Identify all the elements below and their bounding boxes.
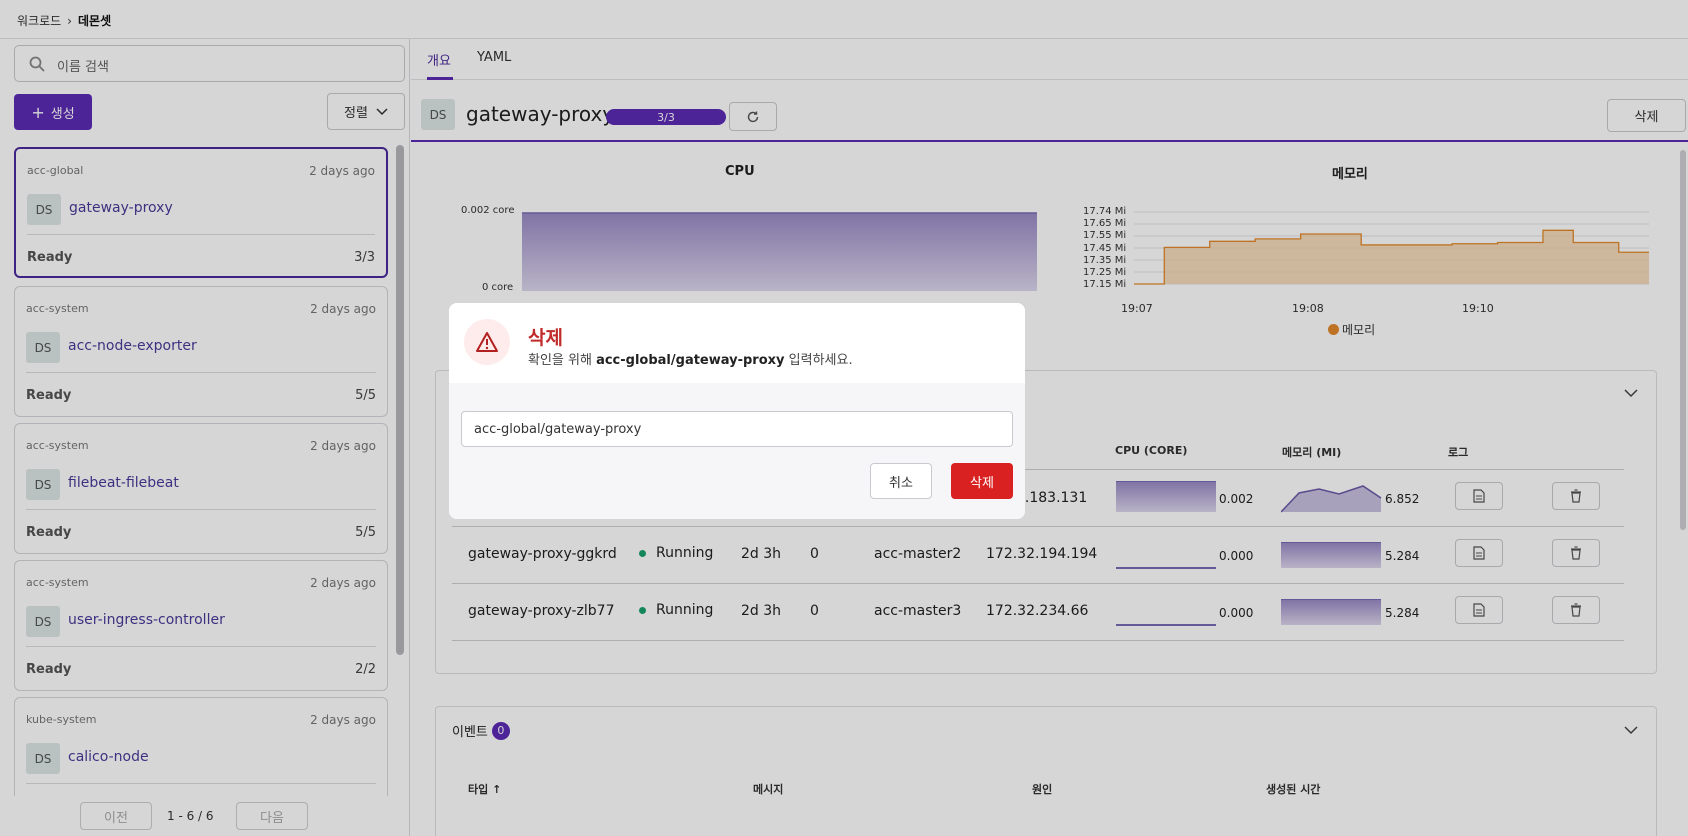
dialog-subtitle-target: acc-global/gateway-proxy [596, 353, 785, 368]
dialog-header: 삭제 확인을 위해 acc-global/gateway-proxy 입력하세요… [449, 303, 1025, 383]
dialog-title: 삭제 [528, 327, 563, 349]
confirm-name-input[interactable] [461, 411, 1013, 447]
confirm-delete-button[interactable]: 삭제 [951, 463, 1013, 499]
dialog-subtitle-pre: 확인을 위해 [528, 353, 592, 368]
dialog-body [449, 383, 1025, 519]
dialog-subtitle: 확인을 위해 acc-global/gateway-proxy 입력하세요. [528, 349, 853, 368]
cancel-button[interactable]: 취소 [870, 463, 932, 499]
delete-dialog: 삭제 확인을 위해 acc-global/gateway-proxy 입력하세요… [449, 303, 1025, 519]
warning-icon [464, 319, 510, 365]
dialog-subtitle-post: 입력하세요. [788, 353, 853, 368]
